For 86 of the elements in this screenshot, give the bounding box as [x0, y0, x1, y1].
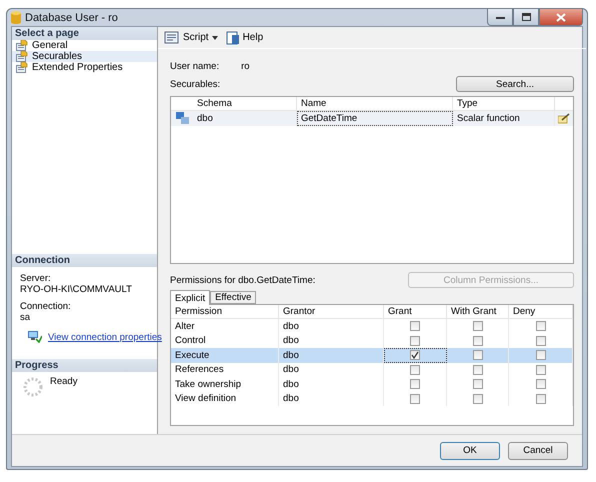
checkbox[interactable] [472, 394, 482, 404]
table-cell: dbo [279, 348, 384, 362]
page-item[interactable]: Securables [12, 51, 157, 62]
help-button[interactable]: Help [226, 30, 264, 44]
close-button[interactable] [539, 9, 583, 26]
checkbox[interactable] [410, 321, 420, 332]
column-header[interactable]: Name [297, 97, 453, 110]
section-header: Connection [12, 254, 157, 267]
securables-label: Securables: [170, 79, 220, 90]
checkbox[interactable] [536, 350, 546, 360]
column-header[interactable]: Schema [193, 97, 297, 110]
table-cell: Alter [171, 319, 279, 334]
permissions-label: Permissions for dbo.GetDateTime: [170, 274, 316, 286]
table-cell: Scalar function [453, 111, 555, 126]
tab[interactable]: Effective [210, 291, 256, 304]
checkbox[interactable] [536, 321, 546, 332]
column-header[interactable]: With Grant [447, 305, 509, 318]
checkbox[interactable] [410, 364, 420, 375]
page-icon [16, 40, 29, 51]
page-item[interactable]: General [12, 40, 157, 51]
permission-row[interactable]: Execute dbo [171, 348, 573, 362]
dropdown-caret-icon [212, 36, 218, 40]
window-title: Database User - ro [25, 12, 118, 24]
permission-row[interactable]: View definition dbo [171, 392, 573, 406]
table-cell: Take ownership [171, 377, 279, 392]
function-icon [176, 112, 188, 124]
securable-row[interactable]: dbo GetDateTime Scalar function [171, 111, 573, 126]
connection-properties-link[interactable]: View connection properties [48, 332, 162, 342]
edit-icon [558, 112, 570, 124]
ok-button[interactable]: OK [440, 442, 500, 460]
checkbox[interactable] [472, 364, 482, 375]
checkbox[interactable] [536, 394, 546, 404]
checkbox[interactable] [536, 379, 546, 390]
column-header[interactable]: Grantor [279, 305, 384, 318]
section-header: Select a page [12, 27, 157, 40]
permission-row[interactable]: Take ownership dbo [171, 377, 573, 392]
checkbox[interactable] [472, 350, 482, 360]
maximize-icon [522, 13, 530, 21]
checkbox[interactable] [410, 379, 420, 390]
checkbox[interactable] [472, 336, 482, 346]
table-cell: GetDateTime [297, 111, 453, 126]
table-cell: References [171, 362, 279, 377]
table-cell: View definition [171, 392, 279, 406]
connection-label: Connection: [19, 301, 72, 312]
checkbox[interactable] [536, 336, 546, 346]
tab[interactable]: Explicit [170, 290, 210, 305]
column-header[interactable]: Permission [171, 305, 279, 318]
section-header: Progress [12, 359, 157, 372]
database-icon [11, 11, 21, 24]
checkbox[interactable] [536, 364, 546, 375]
permission-row[interactable]: References dbo [171, 362, 573, 377]
table-cell: Execute [171, 348, 279, 362]
user-name-label: User name: [170, 61, 220, 72]
progress-status: Ready [50, 376, 78, 389]
checkbox[interactable] [410, 350, 420, 360]
checkbox[interactable] [472, 321, 482, 332]
table-cell: dbo [279, 392, 384, 406]
connection-icon [28, 331, 42, 343]
page-icon [16, 51, 29, 62]
server-label: Server: [19, 273, 52, 284]
column-header[interactable]: Type [453, 97, 555, 110]
search-button[interactable]: Search... [456, 76, 574, 92]
progress-spinner-icon [22, 376, 44, 398]
help-icon [226, 30, 240, 44]
close-icon [556, 12, 566, 22]
script-button[interactable]: Script [164, 31, 218, 44]
page-icon [16, 62, 29, 73]
column-header[interactable]: Grant [384, 305, 447, 318]
checkbox[interactable] [410, 394, 420, 404]
user-name-value: ro [241, 61, 250, 72]
minimize-button[interactable] [487, 9, 513, 26]
checkbox[interactable] [410, 336, 420, 346]
permission-row[interactable]: Alter dbo [171, 319, 573, 334]
script-icon [164, 31, 180, 44]
table-cell: dbo [279, 319, 384, 334]
minimize-icon [496, 16, 504, 18]
connection-value: sa [19, 312, 32, 323]
maximize-button[interactable] [513, 9, 539, 26]
cancel-button[interactable]: Cancel [508, 442, 568, 460]
server-value: RYO-OH-KI\COMMVAULT [19, 284, 133, 295]
column-header[interactable]: Deny [509, 305, 573, 318]
table-cell: dbo [193, 111, 297, 126]
checkbox[interactable] [472, 379, 482, 390]
table-cell: dbo [279, 362, 384, 377]
page-item[interactable]: Extended Properties [12, 62, 157, 73]
table-cell: dbo [279, 377, 384, 392]
